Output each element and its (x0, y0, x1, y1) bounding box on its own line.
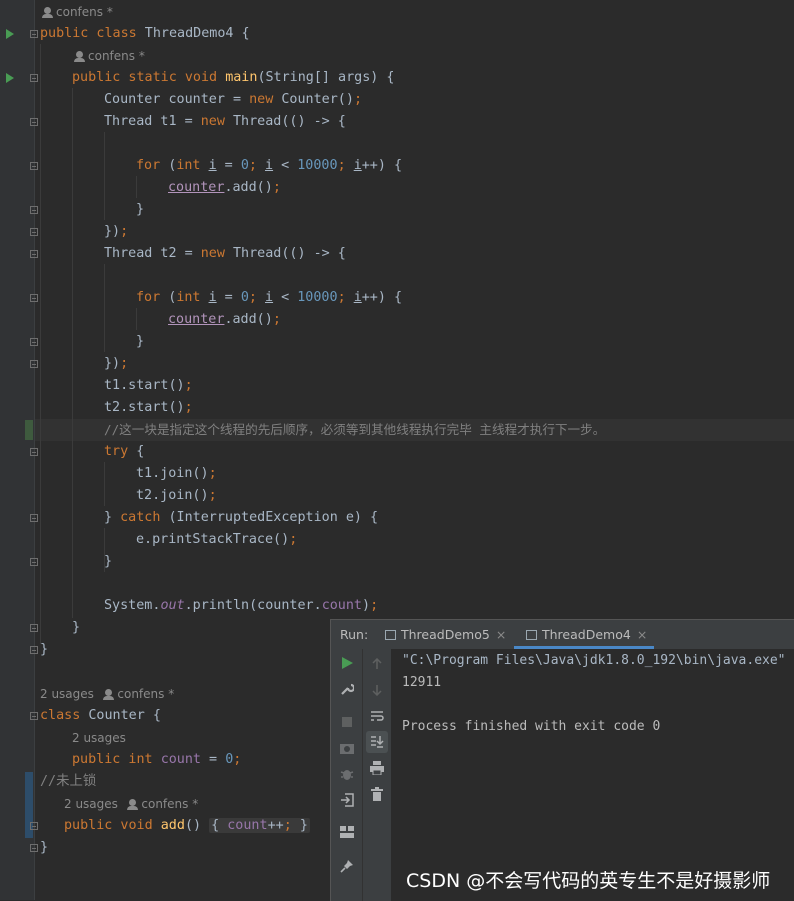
code-line: } (136, 334, 145, 349)
person-icon (103, 689, 115, 700)
close-icon[interactable]: × (496, 627, 506, 642)
code-line: try { (104, 444, 145, 459)
camera-icon[interactable] (337, 738, 357, 758)
tab-threaddemo5[interactable]: ThreadDemo5 × (385, 620, 506, 649)
pin-icon[interactable] (337, 856, 357, 876)
code-line: for (int i = 0; i < 10000; i++) { (136, 158, 403, 173)
console-tab-icon (385, 630, 396, 640)
code-line: for (int i = 0; i < 10000; i++) { (136, 290, 403, 305)
usages-hint[interactable]: 2 usages confens * (64, 793, 198, 815)
author-hint[interactable]: confens * (74, 45, 145, 67)
up-arrow-icon[interactable] (367, 654, 387, 674)
code-line: } (136, 202, 145, 217)
code-line: }); (104, 356, 129, 371)
down-arrow-icon[interactable] (367, 680, 387, 700)
author-hint[interactable]: confens * (42, 1, 113, 23)
console-line-output: 12911 (402, 675, 442, 690)
code-line: Thread t1 = new Thread(() -> { (104, 114, 346, 129)
console-output[interactable]: "C:\Program Files\Java\jdk1.8.0_192\bin\… (402, 649, 794, 901)
code-line: }); (104, 224, 129, 239)
person-icon (42, 7, 53, 18)
code-line: Thread t2 = new Thread(() -> { (104, 246, 346, 261)
code-line: t2.start(); (104, 400, 193, 415)
code-line: } (104, 554, 113, 569)
console-line-command: "C:\Program Files\Java\jdk1.8.0_192\bin\… (402, 653, 786, 668)
code-line: t1.start(); (104, 378, 193, 393)
scroll-end-icon[interactable] (366, 731, 388, 753)
code-line: counter.add(); (168, 312, 281, 327)
code-line: t2.join(); (136, 488, 217, 503)
run-toolbar-right (363, 649, 391, 901)
code-comment: //未上锁 (40, 774, 97, 789)
person-icon (74, 51, 85, 62)
run-toolbar-left (331, 649, 363, 901)
bug-icon[interactable] (337, 764, 357, 784)
code-line: t1.join(); (136, 466, 217, 481)
wrench-icon[interactable] (337, 679, 357, 699)
run-icon[interactable] (337, 653, 357, 673)
soft-wrap-icon[interactable] (367, 706, 387, 726)
code-line: Counter counter = new Counter(); (104, 92, 362, 107)
code-line: } (72, 620, 81, 635)
usages-hint[interactable]: 2 usages confens * (40, 683, 174, 705)
code-line: } catch (InterruptedException e) { (104, 510, 379, 525)
code-line: public void add() { count++; } (64, 818, 310, 833)
code-line: public static void main(String[] args) { (72, 70, 395, 85)
code-line: counter.add(); (168, 180, 281, 195)
run-header: Run: ThreadDemo5 × ThreadDemo4 × (331, 620, 794, 649)
print-icon[interactable] (367, 758, 387, 778)
person-icon (127, 799, 139, 810)
trash-icon[interactable] (367, 784, 387, 804)
run-label: Run: (340, 627, 369, 642)
tab-threaddemo4[interactable]: ThreadDemo4 × (526, 620, 647, 649)
console-line-exit: Process finished with exit code 0 (402, 719, 661, 734)
stop-icon[interactable] (337, 712, 357, 732)
code-line: e.printStackTrace(); (136, 532, 298, 547)
code-line: } (40, 840, 49, 855)
code-comment: //这一块是指定这个线程的先后顺序，必须等到其他线程执行完毕 主线程才执行下一步… (104, 422, 606, 437)
close-icon[interactable]: × (637, 627, 647, 642)
layout-icon[interactable] (337, 822, 357, 842)
watermark: CSDN @不会写代码的英专生不是好摄影师 (406, 870, 771, 892)
folded-region[interactable]: { count++; } (209, 818, 310, 833)
code-line: class Counter { (40, 708, 161, 723)
run-tool-window: Run: ThreadDemo5 × ThreadDemo4 × "C:\Pro… (330, 619, 794, 901)
code-line: public class ThreadDemo4 { (40, 26, 250, 41)
login-icon[interactable] (337, 790, 357, 810)
code-line: System.out.println(counter.count); (104, 598, 379, 613)
usages-hint[interactable]: 2 usages (72, 727, 126, 749)
console-tab-icon (526, 630, 537, 640)
code-line: } (40, 642, 49, 657)
code-line: public int count = 0; (72, 752, 242, 767)
